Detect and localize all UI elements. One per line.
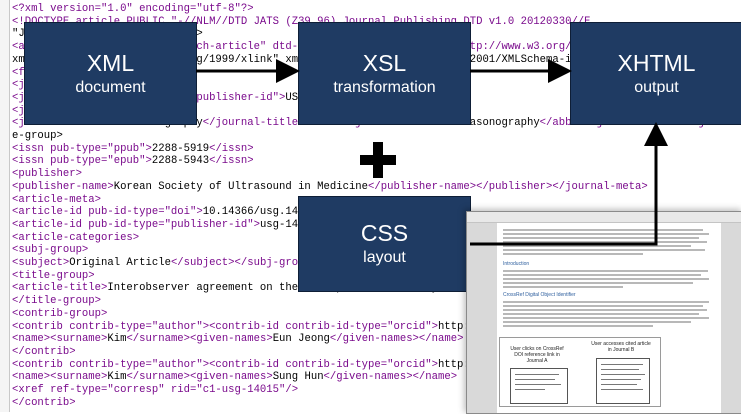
xhtml-box-title: XHTML bbox=[617, 49, 696, 76]
code-line: e-group> bbox=[12, 130, 63, 142]
css-box-subtitle: layout bbox=[363, 249, 406, 266]
code-line: <publisher-name>Korean Society of Ultras… bbox=[12, 180, 648, 193]
figure-left-caption: User clicks on CrossRef DOI reference li… bbox=[510, 346, 564, 364]
code-line: <title-group> bbox=[12, 269, 95, 282]
figure-left-card bbox=[510, 368, 568, 404]
code-line: <xref ref-type="corresp" rid="c1-usg-140… bbox=[12, 384, 299, 396]
code-line: <subj-group> bbox=[12, 244, 89, 257]
code-line: </title-group> bbox=[12, 295, 102, 308]
code-line: <publisher> bbox=[12, 168, 82, 181]
css-layout-box: CSS layout bbox=[298, 196, 471, 292]
code-line: <article-categories> bbox=[12, 231, 140, 244]
code-line: <?xml version="1.0" encoding="utf-8"?> bbox=[12, 3, 254, 15]
code-line: <name><surname>Kim</surname><given-names… bbox=[12, 333, 464, 346]
code-line: </contrib> bbox=[12, 345, 76, 358]
code-line: <issn pub-type="epub">2288-5943</issn> bbox=[12, 155, 254, 168]
browser-scrollbar bbox=[721, 223, 741, 413]
xml-box-title: XML bbox=[86, 49, 135, 76]
xhtml-output-box: XHTML output bbox=[570, 22, 741, 125]
xhtml-box-subtitle: output bbox=[634, 78, 679, 96]
css-box-title: CSS bbox=[360, 220, 409, 246]
xsl-transformation-box: XSL transformation bbox=[298, 22, 471, 125]
preview-figure: User clicks on CrossRef DOI reference li… bbox=[499, 337, 661, 407]
editor-gutter bbox=[0, 0, 10, 412]
figure-right-caption: User accesses cited article in Journal B bbox=[591, 341, 651, 353]
code-line: <article-meta> bbox=[12, 193, 102, 206]
xhtml-output-preview: Introduction CrossRef Digital Object Ide… bbox=[466, 211, 741, 414]
browser-sidebar bbox=[467, 223, 497, 413]
code-line: <name><surname>Kim</surname><given-names… bbox=[12, 371, 458, 384]
xsl-box-title: XSL bbox=[362, 49, 407, 76]
code-line: <issn pub-type="ppub">2288-5919</issn> bbox=[12, 142, 254, 155]
xsl-box-subtitle: transformation bbox=[333, 78, 436, 96]
plus-icon bbox=[360, 142, 396, 178]
xml-box-subtitle: document bbox=[75, 78, 146, 96]
browser-toolbar bbox=[467, 212, 741, 223]
xml-document-box: XML document bbox=[24, 22, 197, 125]
preview-heading-doi: CrossRef Digital Object Identifier bbox=[503, 292, 576, 298]
code-line: <contrib-group> bbox=[12, 307, 108, 320]
figure-right-card bbox=[596, 358, 650, 404]
code-line: </contrib> bbox=[12, 396, 76, 409]
preview-heading-intro: Introduction bbox=[503, 261, 530, 267]
